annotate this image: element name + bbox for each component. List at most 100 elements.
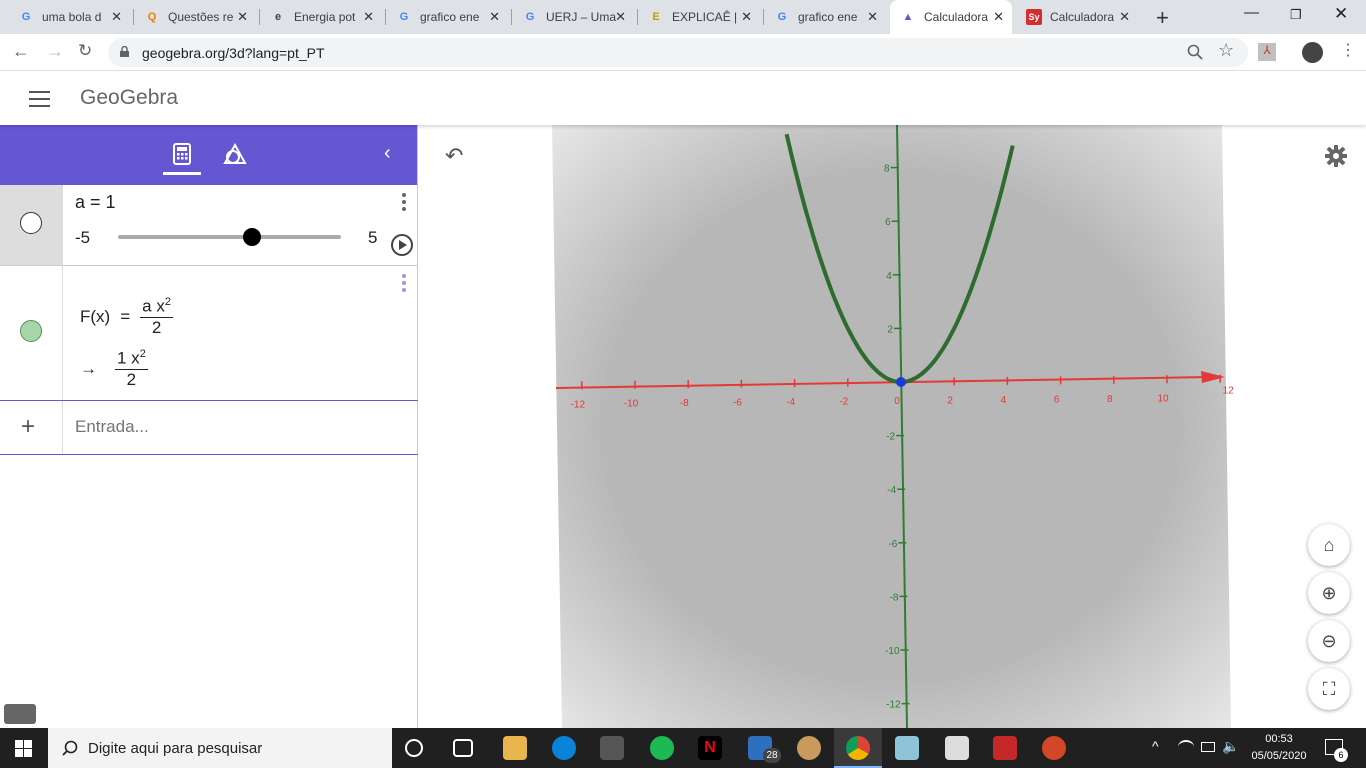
x-tick-label: 12 <box>1223 386 1235 397</box>
address-bar: ← → ↻ geogebra.org/3d?lang=pt_PT ☆ ⅄ ⋮ <box>0 34 1366 71</box>
windows-start-icon[interactable] <box>15 740 32 757</box>
input-row[interactable]: + <box>0 401 418 455</box>
taskbar-search-box[interactable]: Digite aqui para pesquisar <box>48 728 392 768</box>
powerpoint-icon[interactable] <box>1042 736 1066 760</box>
browser-tab[interactable]: Sy Calculadora ✕ <box>1016 0 1138 34</box>
x-tick-label: -10 <box>624 399 639 410</box>
tab-title: Energia pot <box>294 10 356 24</box>
tab-favicon-icon: G <box>525 11 535 23</box>
slider-row[interactable]: a = 1 -5 5 <box>0 185 418 266</box>
origin-point <box>896 377 906 387</box>
tab-close-icon[interactable]: ✕ <box>363 9 374 25</box>
slider-track[interactable] <box>118 228 341 246</box>
numerator: a x <box>142 296 165 316</box>
volume-icon[interactable]: 🔈 <box>1222 738 1239 755</box>
browser-menu-icon[interactable]: ⋮ <box>1340 40 1356 60</box>
minimize-button[interactable]: — <box>1244 4 1259 21</box>
pdf-extension-icon[interactable]: ⅄ <box>1258 43 1276 61</box>
settings-gear-icon[interactable] <box>1325 145 1347 167</box>
store-icon[interactable] <box>600 736 624 760</box>
chrome-icon[interactable] <box>846 736 870 760</box>
tab-close-icon[interactable]: ✕ <box>867 9 878 25</box>
slider-visibility-marker[interactable] <box>0 185 63 265</box>
browser-tab[interactable]: Ggrafico ene ✕ <box>764 0 886 34</box>
slider-knob[interactable] <box>242 228 261 246</box>
cortana-icon[interactable] <box>405 739 423 757</box>
reload-button[interactable]: ↻ <box>78 41 92 61</box>
clock-date[interactable]: 05/05/2020 <box>1246 750 1312 762</box>
algebra-input[interactable] <box>75 413 395 441</box>
file-explorer-icon[interactable] <box>503 736 527 760</box>
hamburger-menu-icon[interactable] <box>29 91 50 112</box>
browser-tab[interactable]: Q Questões re ✕ <box>134 0 256 34</box>
browser-tab[interactable]: Ggrafico ene ✕ <box>386 0 508 34</box>
visibility-circle-icon[interactable] <box>20 320 42 342</box>
tab-title: uma bola d <box>42 10 102 24</box>
keyboard-icon[interactable] <box>4 704 36 724</box>
tab-close-icon[interactable]: ✕ <box>489 9 500 25</box>
windows-taskbar: Digite aqui para pesquisar N 28 ^ 🔈 00:5… <box>0 728 1366 768</box>
browser-tab[interactable]: G UERJ – Uma ✕ <box>512 0 634 34</box>
tab-close-icon[interactable]: ✕ <box>615 9 626 25</box>
browser-tab[interactable]: e Energia pot ✕ <box>260 0 382 34</box>
function-visibility-marker[interactable] <box>0 266 63 400</box>
browser-tab[interactable]: E EXPLICAÊ | ✕ <box>638 0 760 34</box>
wifi-icon[interactable] <box>1178 740 1194 754</box>
browser-tab[interactable]: Guma bola d ✕ <box>8 0 130 34</box>
more-options-icon[interactable] <box>402 193 406 214</box>
edge-icon[interactable] <box>552 736 576 760</box>
equals-sign: = <box>120 306 131 326</box>
close-window-button[interactable]: ✕ <box>1334 4 1348 24</box>
browser-tab[interactable]: ▲ Calculadora ✕ <box>890 0 1012 34</box>
function-lhs: F(x) <box>80 306 111 326</box>
function-row[interactable]: F(x) = a x2 2 → 1 x2 2 <box>0 266 418 401</box>
tab-separator <box>385 9 386 25</box>
fullscreen-button[interactable]: ⛶ <box>1308 668 1350 710</box>
profile-avatar[interactable] <box>1302 42 1323 63</box>
notification-badge: 6 <box>1334 748 1348 762</box>
tab-close-icon[interactable]: ✕ <box>741 9 752 25</box>
tools-icon[interactable] <box>223 143 247 165</box>
forward-button[interactable]: → <box>46 41 64 62</box>
x-tick-label: -2 <box>839 397 848 408</box>
tab-separator <box>637 9 638 25</box>
spotify-icon[interactable] <box>650 736 674 760</box>
tray-chevron-icon[interactable]: ^ <box>1152 738 1159 754</box>
y-tick-label: 6 <box>885 217 891 228</box>
paint-icon[interactable] <box>797 736 821 760</box>
undo-icon[interactable]: ↶ <box>445 143 463 169</box>
task-view-icon[interactable] <box>453 739 473 757</box>
calculator-app-icon[interactable] <box>945 736 969 760</box>
tab-close-icon[interactable]: ✕ <box>111 9 122 25</box>
play-icon[interactable] <box>390 233 414 257</box>
graph-canvas[interactable]: -12 -10 -8 -6 -4 -2 0 2 4 6 8 10 12 8 6 4 2 -2 -4 -6 -8 -10 -1… <box>419 125 1366 728</box>
restore-button[interactable]: ❐ <box>1290 7 1302 23</box>
calculator-icon[interactable] <box>173 143 191 165</box>
app-icon[interactable] <box>895 736 919 760</box>
tab-close-icon[interactable]: ✕ <box>993 9 1004 25</box>
zoom-in-button[interactable]: ⊕ <box>1308 572 1350 614</box>
tab-close-icon[interactable]: ✕ <box>237 9 248 25</box>
bookmark-star-icon[interactable]: ☆ <box>1218 40 1234 61</box>
chrome-taskbar-slot[interactable] <box>834 728 882 768</box>
back-button[interactable]: ← <box>12 41 30 62</box>
clock-time[interactable]: 00:53 <box>1251 733 1307 745</box>
collapse-panel-icon[interactable]: ‹ <box>384 142 391 165</box>
netflix-icon[interactable]: N <box>698 736 722 760</box>
x-tick-label: -12 <box>571 399 586 410</box>
add-icon[interactable]: + <box>21 413 35 441</box>
tab-close-icon[interactable]: ✕ <box>1119 9 1130 25</box>
battery-icon[interactable] <box>1201 742 1215 752</box>
add-marker: + <box>0 401 63 454</box>
new-tab-button[interactable]: + <box>1156 5 1169 31</box>
acrobat-icon[interactable] <box>993 736 1017 760</box>
denominator: 2 <box>151 317 162 337</box>
zoom-icon[interactable] <box>1187 44 1203 60</box>
zoom-out-button[interactable]: ⊖ <box>1308 620 1350 662</box>
home-button[interactable]: ⌂ <box>1308 524 1350 566</box>
function-result: → 1 x2 2 <box>80 348 148 390</box>
visibility-circle-icon[interactable] <box>20 212 42 234</box>
url-field[interactable]: geogebra.org/3d?lang=pt_PT <box>108 38 1248 67</box>
graphics-view[interactable]: -12 -10 -8 -6 -4 -2 0 2 4 6 8 10 12 8 6 4 2 -2 -4 -6 -8 -10 -1… <box>419 125 1366 728</box>
more-options-icon[interactable] <box>402 274 406 295</box>
